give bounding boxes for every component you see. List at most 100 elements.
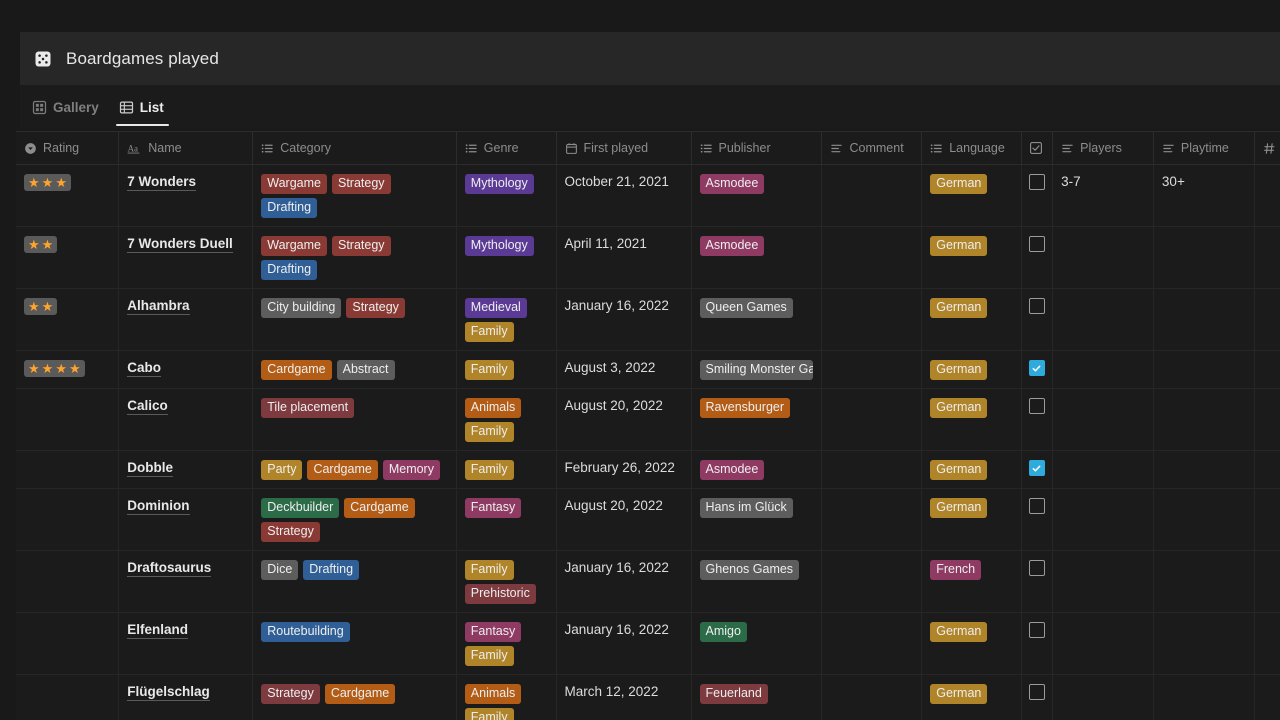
tag[interactable]: German: [930, 174, 988, 194]
tag[interactable]: Memory: [382, 460, 440, 480]
cell-first-played[interactable]: August 3, 2022: [556, 350, 692, 389]
tag[interactable]: Tile placement: [261, 398, 355, 418]
cell-playtime[interactable]: [1153, 350, 1255, 389]
cell-category[interactable]: City building Strategy: [252, 288, 457, 351]
cell-comment[interactable]: [821, 450, 923, 489]
column-header-name[interactable]: Aa Name: [118, 131, 254, 165]
tag[interactable]: Amigo: [699, 622, 747, 642]
cell-language[interactable]: German: [921, 388, 1022, 451]
tag[interactable]: German: [930, 498, 988, 518]
table-row[interactable]: Draftosaurus Dice Drafting Family Prehistori…: [16, 550, 1280, 613]
tag[interactable]: Strategy: [346, 298, 405, 318]
tag[interactable]: Queen Games: [699, 298, 793, 318]
column-header-first-played[interactable]: First played: [556, 131, 692, 165]
tag[interactable]: Asmodee: [699, 174, 765, 194]
cell-language[interactable]: German: [921, 164, 1022, 227]
game-name-link[interactable]: 7 Wonders: [127, 174, 197, 191]
column-header-publisher[interactable]: Publisher: [691, 131, 823, 165]
cell-rating[interactable]: [16, 388, 120, 451]
cell-checkbox[interactable]: [1021, 288, 1054, 351]
cell-publisher[interactable]: Amigo: [691, 612, 823, 675]
cell-first-played[interactable]: March 12, 2022: [556, 674, 692, 720]
tag[interactable]: Wargame: [261, 174, 327, 194]
tag[interactable]: German: [930, 460, 988, 480]
table-row[interactable]: Elfenland Routebuilding Fantasy Family Janua…: [16, 612, 1280, 675]
cell-checkbox[interactable]: [1021, 674, 1054, 720]
tag[interactable]: Family: [464, 422, 514, 442]
tag[interactable]: Fantasy: [464, 622, 522, 642]
tag[interactable]: Drafting: [261, 260, 318, 280]
cell-language[interactable]: German: [921, 674, 1022, 720]
column-header-playtime[interactable]: Playtime: [1153, 131, 1255, 165]
cell-checkbox[interactable]: [1021, 350, 1054, 389]
cell-first-played[interactable]: February 26, 2022: [556, 450, 692, 489]
column-header-language[interactable]: Language: [921, 131, 1022, 165]
cell-genre[interactable]: Animals Family: [456, 674, 557, 720]
cell-first-played[interactable]: April 11, 2021: [556, 226, 692, 289]
game-name-link[interactable]: Dominion: [127, 498, 190, 515]
cell-name[interactable]: Calico: [118, 388, 254, 451]
cell-number[interactable]: [1254, 226, 1280, 289]
cell-category[interactable]: Dice Drafting: [252, 550, 457, 613]
cell-comment[interactable]: [821, 388, 923, 451]
cell-players[interactable]: [1052, 226, 1154, 289]
tag[interactable]: Cardgame: [344, 498, 415, 518]
checkbox-unchecked[interactable]: [1028, 236, 1045, 252]
tag[interactable]: Cardgame: [307, 460, 378, 480]
cell-name[interactable]: Elfenland: [118, 612, 254, 675]
tag[interactable]: Animals: [464, 684, 522, 704]
checkbox-unchecked[interactable]: [1028, 560, 1045, 576]
tag[interactable]: Feuerland: [699, 684, 768, 704]
tag[interactable]: Family: [464, 708, 514, 720]
cell-category[interactable]: Cardgame Abstract: [252, 350, 457, 389]
cell-category[interactable]: Deckbuilder Cardgame Strategy: [252, 488, 457, 551]
table-row[interactable]: ★ ★ 7 Wonders Duell Wargame Strategy Drafting…: [16, 226, 1280, 289]
tag[interactable]: Family: [464, 322, 514, 342]
cell-name[interactable]: Alhambra: [118, 288, 254, 351]
tag[interactable]: Animals: [464, 398, 522, 418]
rating-pill[interactable]: ★ ★ ★ ★: [24, 360, 85, 377]
cell-publisher[interactable]: Asmodee: [691, 164, 823, 227]
cell-rating[interactable]: ★ ★: [16, 226, 120, 289]
cell-number[interactable]: [1254, 288, 1280, 351]
rating-pill[interactable]: ★ ★: [24, 298, 58, 315]
cell-number[interactable]: [1254, 612, 1280, 675]
cell-language[interactable]: German: [921, 450, 1022, 489]
checkbox-unchecked[interactable]: [1028, 398, 1045, 414]
cell-players[interactable]: 3-7: [1052, 164, 1154, 227]
tag[interactable]: Ghenos Games: [699, 560, 800, 580]
cell-comment[interactable]: [821, 674, 923, 720]
column-header-comment[interactable]: Comment: [821, 131, 923, 165]
tag[interactable]: Medieval: [464, 298, 527, 318]
column-header-checkbox[interactable]: [1021, 131, 1054, 165]
game-name-link[interactable]: Calico: [127, 398, 168, 415]
tag[interactable]: Strategy: [331, 174, 391, 194]
cell-playtime[interactable]: [1153, 550, 1255, 613]
tag[interactable]: Cardgame: [261, 360, 332, 380]
game-name-link[interactable]: Draftosaurus: [127, 560, 212, 577]
tag[interactable]: German: [930, 236, 988, 256]
tag[interactable]: Strategy: [261, 522, 320, 542]
cell-name[interactable]: 7 Wonders Duell: [118, 226, 254, 289]
tab-gallery[interactable]: Gallery: [25, 85, 108, 129]
cell-playtime[interactable]: 30+: [1153, 164, 1255, 227]
cell-first-played[interactable]: January 16, 2022: [556, 288, 692, 351]
cell-category[interactable]: Party Cardgame Memory: [252, 450, 457, 489]
cell-playtime[interactable]: [1153, 612, 1255, 675]
cell-first-played[interactable]: January 16, 2022: [556, 550, 692, 613]
tag[interactable]: Dice: [261, 560, 299, 580]
cell-genre[interactable]: Mythology: [456, 164, 557, 227]
cell-first-played[interactable]: October 21, 2021: [556, 164, 692, 227]
cell-comment[interactable]: [821, 288, 923, 351]
cell-players[interactable]: [1052, 450, 1154, 489]
cell-category[interactable]: Routebuilding: [252, 612, 457, 675]
cell-publisher[interactable]: Asmodee: [691, 450, 823, 489]
cell-number[interactable]: [1254, 388, 1280, 451]
cell-rating[interactable]: ★ ★ ★ ★: [16, 350, 120, 389]
checkbox-unchecked[interactable]: [1028, 298, 1045, 314]
cell-number[interactable]: [1254, 550, 1280, 613]
cell-playtime[interactable]: [1153, 450, 1255, 489]
database-table-scroll[interactable]: Rating Aa Name Category Genre First play…: [16, 131, 1280, 720]
cell-players[interactable]: [1052, 550, 1154, 613]
tag[interactable]: German: [930, 298, 988, 318]
